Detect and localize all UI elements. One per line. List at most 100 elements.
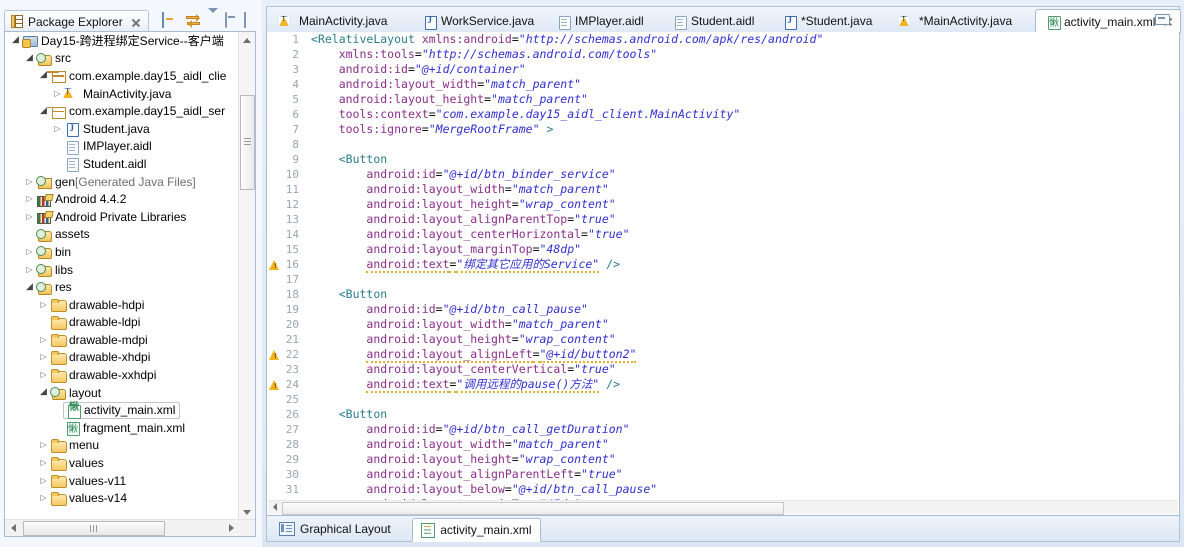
twisty-expanded-icon[interactable] [23, 54, 36, 63]
scroll-right-arrow-icon[interactable] [223, 520, 239, 536]
editor-maximize-icon[interactable] [1155, 14, 1170, 25]
maximize-icon[interactable] [244, 12, 256, 29]
tree-item[interactable]: values-v11 [5, 472, 239, 490]
tree-item-content[interactable]: gen [Generated Java Files] [36, 174, 196, 190]
tree-item-content[interactable]: libs [36, 262, 73, 278]
twisty-expanded-icon[interactable] [37, 388, 50, 397]
tree-item[interactable]: menu [5, 437, 239, 455]
tree-item-content[interactable]: bin [36, 244, 71, 260]
tree-item-content[interactable]: drawable-xxhdpi [50, 368, 156, 383]
twisty-collapsed-icon[interactable] [37, 441, 50, 449]
twisty-collapsed-icon[interactable] [51, 125, 64, 133]
view-menu-icon[interactable] [208, 8, 218, 29]
editor-scroll-left-arrow-icon[interactable] [268, 501, 281, 513]
code-text[interactable]: <RelativeLayout xmlns:android="http://sc… [311, 32, 1179, 515]
minimize-icon[interactable] [225, 12, 237, 29]
editor-tab[interactable]: WorkService.java [413, 9, 545, 33]
twisty-collapsed-icon[interactable] [23, 178, 36, 186]
tree-item-content[interactable]: drawable-mdpi [50, 332, 148, 348]
tree-item[interactable]: drawable-ldpi [5, 314, 239, 332]
twisty-collapsed-icon[interactable] [23, 213, 36, 221]
xml-source-editor[interactable]: 1234567891011121314151617181920212223242… [266, 32, 1180, 516]
tree-item[interactable]: layout [5, 384, 239, 402]
editor-bottom-tab[interactable]: activity_main.xml [412, 518, 541, 542]
tree-hscroll-thumb[interactable] [23, 521, 165, 536]
tree-item[interactable]: Student.java [5, 120, 239, 138]
scroll-left-arrow-icon[interactable] [5, 520, 21, 536]
twisty-collapsed-icon[interactable] [37, 477, 50, 485]
twisty-expanded-icon[interactable] [37, 71, 50, 80]
tree-item[interactable]: com.example.day15_aidl_ser [5, 102, 239, 120]
twisty-collapsed-icon[interactable] [23, 248, 36, 256]
tab-package-explorer[interactable]: Package Explorer [4, 10, 149, 33]
tree-item-content[interactable]: drawable-hdpi [50, 297, 144, 313]
editor-hscroll-thumb[interactable] [282, 502, 784, 515]
tree-item-content[interactable]: layout [50, 385, 101, 401]
tree-item[interactable]: res [5, 278, 239, 296]
twisty-expanded-icon[interactable] [23, 283, 36, 292]
twisty-expanded-icon[interactable] [9, 36, 22, 45]
link-with-editor-icon[interactable] [185, 13, 201, 29]
tree-item[interactable]: IMPlayer.aidl [5, 138, 239, 156]
tree-item-content[interactable]: values [50, 456, 104, 471]
tree-item[interactable]: com.example.day15_aidl_clie [5, 67, 239, 85]
tree-item[interactable]: assets [5, 226, 239, 244]
editor-tab[interactable]: IMPlayer.aidl [547, 9, 661, 33]
tree-item-selected[interactable]: a activity_main.xml [63, 401, 181, 419]
close-icon[interactable] [131, 18, 140, 27]
scroll-down-arrow-icon[interactable] [239, 504, 255, 520]
scroll-up-arrow-icon[interactable] [239, 32, 255, 48]
twisty-collapsed-icon[interactable] [37, 336, 50, 344]
editor-tab[interactable]: Student.aidl [663, 9, 771, 33]
tree-item-content[interactable]: values-v14 [50, 491, 127, 506]
twisty-collapsed-icon[interactable] [37, 353, 50, 361]
tree-item[interactable]: Day15-跨进程绑定Service--客户端 [5, 32, 239, 50]
twisty-collapsed-icon[interactable] [37, 301, 50, 309]
twisty-collapsed-icon[interactable] [23, 195, 36, 203]
twisty-collapsed-icon[interactable] [23, 266, 36, 274]
tree-item[interactable]: Android 4.4.2 [5, 190, 239, 208]
tree-item-content[interactable]: Android 4.4.2 [36, 192, 126, 207]
editor-tab[interactable]: MainActivity.java [271, 9, 411, 33]
tree-item[interactable]: drawable-xxhdpi [5, 366, 239, 384]
tree-item[interactable]: values-v14 [5, 489, 239, 507]
warning-marker-icon[interactable] [269, 259, 280, 270]
tree-item-content[interactable]: Android Private Libraries [36, 209, 186, 225]
twisty-collapsed-icon[interactable] [37, 459, 50, 467]
tree-item-content[interactable]: values-v11 [50, 473, 126, 489]
warning-marker-icon[interactable] [269, 379, 280, 390]
tree-item-content[interactable]: assets [36, 227, 90, 242]
tree-item[interactable]: drawable-hdpi [5, 296, 239, 314]
tree-item-content[interactable]: IMPlayer.aidl [64, 139, 152, 155]
tree-item-content[interactable]: Student.aidl [64, 156, 146, 173]
editor-bottom-tab[interactable]: Graphical Layout [271, 518, 399, 540]
tree-item-content[interactable]: drawable-ldpi [50, 315, 140, 330]
tree-item-content[interactable]: drawable-xhdpi [50, 350, 150, 365]
tree-item[interactable]: Android Private Libraries [5, 208, 239, 226]
tree-item[interactable]: MainActivity.java [5, 85, 239, 103]
project-tree[interactable]: Day15-跨进程绑定Service--客户端 src com.example.da… [5, 32, 239, 519]
tree-item[interactable]: bin [5, 243, 239, 261]
tree-horizontal-scrollbar[interactable] [5, 519, 255, 536]
twisty-collapsed-icon[interactable] [37, 494, 50, 502]
editor-tab[interactable]: *Student.java [773, 9, 889, 33]
twisty-collapsed-icon[interactable] [37, 371, 50, 379]
tree-item[interactable]: libs [5, 261, 239, 279]
tree-item-content[interactable]: res [36, 280, 72, 295]
tree-item[interactable]: a activity_main.xml [5, 401, 239, 419]
tree-item[interactable]: values [5, 454, 239, 472]
tree-item-content[interactable]: Student.java [64, 121, 150, 138]
tree-vertical-scrollbar[interactable] [238, 32, 255, 520]
tree-item-content[interactable]: src [36, 51, 71, 66]
tree-item-content[interactable]: a fragment_main.xml [64, 420, 185, 437]
tree-item[interactable]: a fragment_main.xml [5, 419, 239, 437]
tree-item[interactable]: drawable-mdpi [5, 331, 239, 349]
tree-vscroll-thumb[interactable] [240, 95, 255, 190]
tree-item-content[interactable]: menu [50, 438, 99, 453]
warning-marker-icon[interactable] [269, 349, 280, 360]
editor-horizontal-scrollbar[interactable] [268, 500, 1178, 515]
tree-item-content[interactable]: com.example.day15_aidl_clie [50, 68, 226, 84]
tree-item-content[interactable]: com.example.day15_aidl_ser [50, 104, 225, 119]
collapse-all-icon[interactable] [162, 12, 178, 29]
twisty-expanded-icon[interactable] [37, 107, 50, 116]
